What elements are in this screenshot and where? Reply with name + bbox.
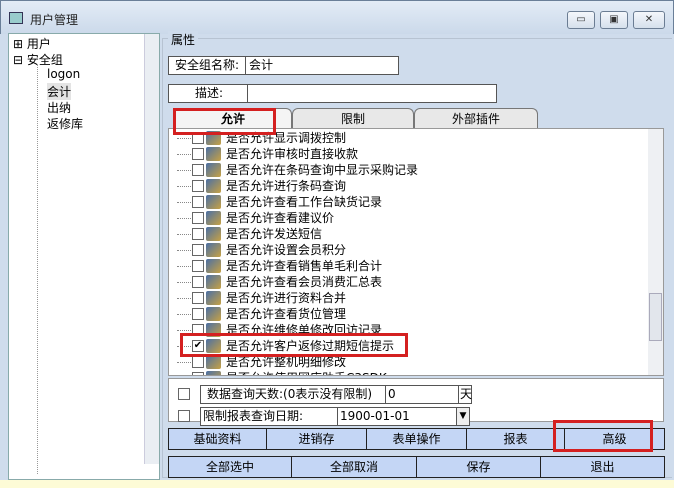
- basic-data-button[interactable]: 基础资料: [168, 428, 267, 450]
- tree-line: [177, 266, 191, 267]
- permission-checkbox[interactable]: [192, 292, 204, 304]
- permission-checkbox[interactable]: [192, 244, 204, 256]
- tree-node-repair[interactable]: 返修库: [47, 115, 83, 132]
- status-bar: [0, 480, 674, 488]
- reports-button[interactable]: 报表: [466, 428, 565, 450]
- expand-icon[interactable]: ⊞: [13, 37, 23, 51]
- permission-icon: [206, 275, 221, 289]
- tab-restrict[interactable]: 限制: [292, 108, 414, 128]
- app-icon: [9, 12, 23, 24]
- tab-plugins[interactable]: 外部插件: [414, 108, 538, 128]
- permission-label: 是否允许查看工作台缺货记录: [226, 195, 383, 209]
- tree-line: [177, 202, 191, 203]
- highlight-allow-tab: [173, 108, 276, 135]
- permission-checkbox[interactable]: [192, 276, 204, 288]
- permission-label: 是否允许使用网店助手C3SDK: [226, 370, 387, 375]
- date-limit-label: 限制报表查询日期:: [200, 407, 338, 426]
- description-input[interactable]: [247, 84, 497, 103]
- permission-icon: [206, 195, 221, 209]
- scroll-thumb[interactable]: [649, 293, 662, 341]
- permission-checkbox[interactable]: [192, 196, 204, 208]
- permission-label: 是否允许设置会员积分: [226, 243, 347, 257]
- permission-label: 是否允许查看销售单毛利合计: [226, 259, 383, 273]
- tree-line: [177, 330, 191, 331]
- permission-label: 是否允许审核时直接收款: [226, 147, 359, 161]
- dropdown-arrow-icon[interactable]: ▼: [456, 407, 470, 426]
- select-all-button[interactable]: 全部选中: [168, 456, 292, 478]
- permission-label: 是否允许进行资料合并: [226, 291, 347, 305]
- maximize-button[interactable]: ▣: [600, 11, 628, 29]
- permission-label: 是否允许发送短信: [226, 227, 323, 241]
- permission-checkbox[interactable]: [192, 372, 204, 375]
- minimize-button[interactable]: ▭: [567, 11, 595, 29]
- properties-legend: 属性: [168, 31, 199, 48]
- deselect-all-button[interactable]: 全部取消: [291, 456, 417, 478]
- permission-label: 是否允许进行条码查询: [226, 179, 347, 193]
- tree-scrollbar[interactable]: [144, 34, 159, 464]
- tree-line: [177, 218, 191, 219]
- permission-checkbox[interactable]: [192, 260, 204, 272]
- permission-checkbox[interactable]: [192, 164, 204, 176]
- tree-line: [177, 170, 191, 171]
- tree-node-accounting[interactable]: 会计: [47, 83, 72, 100]
- date-input[interactable]: 1900-01-01: [337, 407, 457, 426]
- group-name-input[interactable]: 会计: [245, 56, 399, 75]
- permission-checkbox[interactable]: [192, 148, 204, 160]
- tree-node-cashier[interactable]: 出纳: [47, 99, 71, 116]
- inventory-button[interactable]: 进销存: [266, 428, 367, 450]
- form-ops-button[interactable]: 表单操作: [366, 428, 467, 450]
- permission-icon: [206, 147, 221, 161]
- permission-scrollbar[interactable]: [648, 129, 663, 375]
- tree-node-logon[interactable]: logon: [47, 67, 80, 81]
- description-label: 描述:: [168, 84, 248, 103]
- permission-checkbox[interactable]: [192, 180, 204, 192]
- permission-checkbox[interactable]: [192, 356, 204, 368]
- permission-icon: [206, 259, 221, 273]
- permission-label: 是否允许在条码查询中显示采购记录: [226, 163, 419, 177]
- security-tree[interactable]: ⊞ 用户 ⊟ 安全组 logon 会计 出纳 返修库: [8, 33, 160, 480]
- close-button[interactable]: ✕: [633, 11, 665, 29]
- tree-line: [177, 298, 191, 299]
- permission-icon: [206, 211, 221, 225]
- permission-icon: [206, 227, 221, 241]
- permission-icon: [206, 355, 221, 369]
- tree-line: [37, 64, 38, 474]
- group-name-label: 安全组名称:: [168, 56, 252, 75]
- tree-line: [177, 234, 191, 235]
- exit-button[interactable]: 退出: [540, 456, 665, 478]
- tree-line: [177, 314, 191, 315]
- tree-label: 用户: [26, 37, 51, 51]
- permission-icon: [206, 307, 221, 321]
- days-unit: 天: [458, 385, 472, 404]
- date-limit-checkbox[interactable]: [178, 410, 190, 422]
- tree-node-users[interactable]: ⊞ 用户: [13, 35, 51, 52]
- tree-line: [177, 138, 191, 139]
- permission-checkbox[interactable]: [192, 308, 204, 320]
- tree-line: [177, 282, 191, 283]
- days-input[interactable]: 0: [385, 385, 459, 404]
- collapse-icon[interactable]: ⊟: [13, 53, 23, 67]
- tree-line: [177, 154, 191, 155]
- permission-label: 是否允许查看建议价: [226, 211, 335, 225]
- permission-checkbox[interactable]: [192, 228, 204, 240]
- tree-line: [177, 250, 191, 251]
- permission-icon: [206, 163, 221, 177]
- permission-checkbox[interactable]: [192, 212, 204, 224]
- tree-label: 安全组: [26, 53, 63, 67]
- permission-icon: [206, 291, 221, 305]
- permission-label: 是否允许查看会员消费汇总表: [226, 275, 383, 289]
- permission-label: 是否允许查看货位管理: [226, 307, 347, 321]
- highlight-checked-row: [180, 333, 408, 357]
- tree-line: [177, 186, 191, 187]
- save-button[interactable]: 保存: [416, 456, 541, 478]
- days-label: 数据查询天数:(0表示没有限制): [200, 385, 386, 404]
- highlight-advanced-button: [553, 420, 653, 452]
- permission-icon: [206, 243, 221, 257]
- window-title: 用户管理: [30, 13, 79, 27]
- days-checkbox[interactable]: [178, 388, 190, 400]
- permission-icon: [206, 179, 221, 193]
- tree-line: [177, 362, 191, 363]
- permission-icon: [206, 371, 221, 375]
